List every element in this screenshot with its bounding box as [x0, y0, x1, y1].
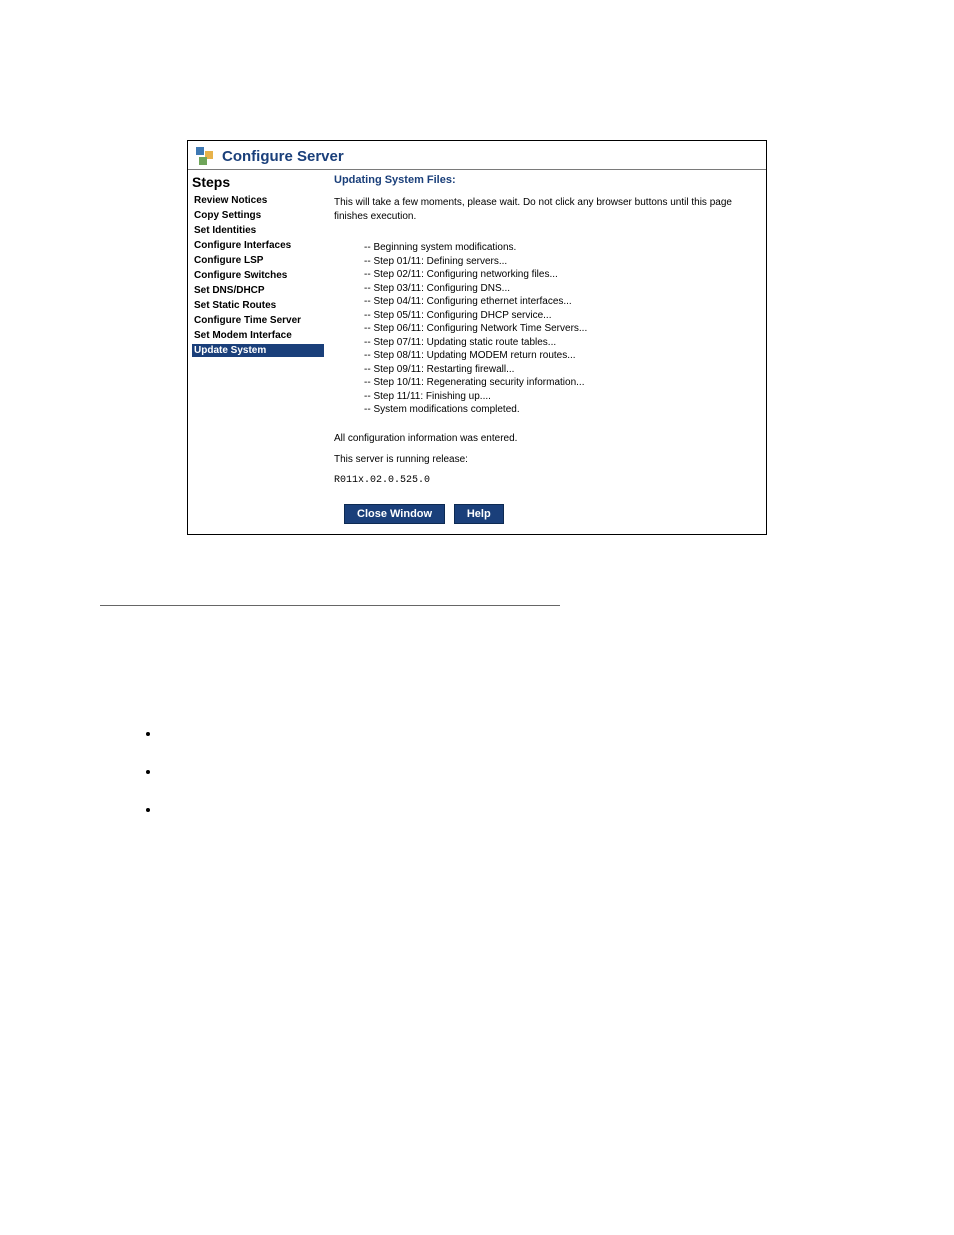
log-line: -- Step 03/11: Configuring DNS... [364, 282, 760, 296]
step-item-configure-interfaces[interactable]: Configure Interfaces [192, 239, 324, 252]
list-item [160, 802, 854, 818]
page: Configure Server Steps Review Notices Co… [0, 0, 954, 1235]
step-item-set-static-routes[interactable]: Set Static Routes [192, 299, 324, 312]
doc-section [100, 605, 854, 818]
release-version: R011x.02.0.525.0 [334, 475, 760, 486]
dialog-header: Configure Server [188, 141, 766, 170]
log-line: -- Step 02/11: Configuring networking fi… [364, 268, 760, 282]
button-row: Close Window Help [334, 504, 760, 524]
step-item-configure-lsp[interactable]: Configure LSP [192, 254, 324, 267]
step-item-set-identities[interactable]: Set Identities [192, 224, 324, 237]
dialog-body: Steps Review Notices Copy Settings Set I… [188, 170, 766, 534]
log-line: -- Step 09/11: Restarting firewall... [364, 363, 760, 377]
bullet-list [160, 726, 854, 818]
step-item-configure-switches[interactable]: Configure Switches [192, 269, 324, 282]
app-icon [196, 147, 214, 165]
step-item-copy-settings[interactable]: Copy Settings [192, 209, 324, 222]
close-window-button[interactable]: Close Window [344, 504, 445, 524]
section-divider [100, 605, 560, 606]
log-line: -- Step 06/11: Configuring Network Time … [364, 322, 760, 336]
log-line: -- Step 11/11: Finishing up.... [364, 390, 760, 404]
log-block: -- Beginning system modifications. -- St… [334, 241, 760, 417]
main-heading: Updating System Files: [334, 174, 760, 186]
log-line: -- Step 10/11: Regenerating security inf… [364, 376, 760, 390]
log-line: -- Step 08/11: Updating MODEM return rou… [364, 349, 760, 363]
list-item [160, 764, 854, 780]
running-release-text: This server is running release: [334, 454, 760, 465]
dialog-title: Configure Server [222, 148, 344, 165]
step-item-set-modem-interface[interactable]: Set Modem Interface [192, 329, 324, 342]
configure-server-dialog: Configure Server Steps Review Notices Co… [187, 140, 767, 535]
step-item-update-system[interactable]: Update System [192, 344, 324, 357]
log-line: -- Beginning system modifications. [364, 241, 760, 255]
log-line: -- Step 05/11: Configuring DHCP service.… [364, 309, 760, 323]
step-item-set-dns-dhcp[interactable]: Set DNS/DHCP [192, 284, 324, 297]
help-button[interactable]: Help [454, 504, 504, 524]
steps-heading: Steps [192, 174, 324, 190]
main-intro: This will take a few moments, please wai… [334, 196, 760, 223]
config-entered-text: All configuration information was entere… [334, 433, 760, 444]
step-item-configure-time-server[interactable]: Configure Time Server [192, 314, 324, 327]
log-line: -- Step 04/11: Configuring ethernet inte… [364, 295, 760, 309]
dialog-main: Updating System Files: This will take a … [328, 170, 766, 534]
log-line: -- Step 01/11: Defining servers... [364, 255, 760, 269]
step-item-review-notices[interactable]: Review Notices [192, 194, 324, 207]
log-line: -- System modifications completed. [364, 403, 760, 417]
log-line: -- Step 07/11: Updating static route tab… [364, 336, 760, 350]
list-item [160, 726, 854, 742]
wizard-steps: Steps Review Notices Copy Settings Set I… [188, 170, 328, 534]
